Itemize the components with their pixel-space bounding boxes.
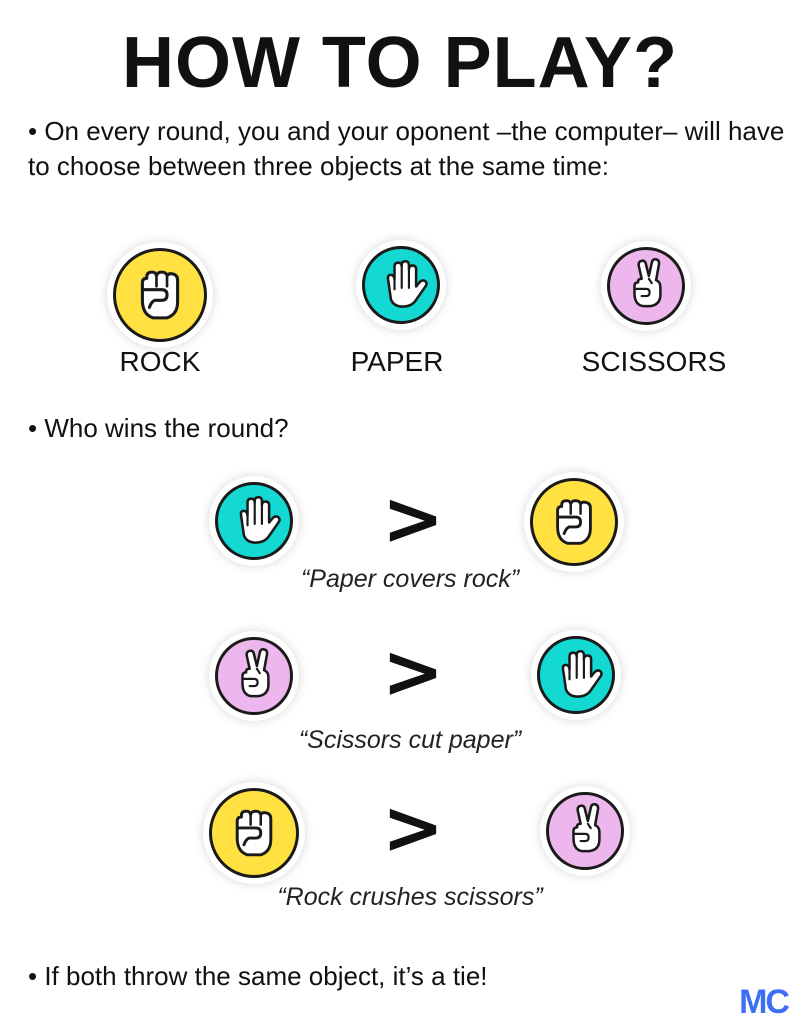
paper-hand-icon [215,482,293,560]
rock-label: ROCK [119,346,201,377]
beats-symbol: > [382,476,445,562]
beats-symbol: > [382,785,445,871]
rock-fist-icon [530,478,618,566]
tie-text: • If both throw the same object, it’s a … [28,961,488,991]
mc-logo: MC [739,983,790,1021]
scissors-hand-icon [607,247,685,325]
scissors-label: SCISSORS [581,346,727,377]
scissors-hand-icon [215,637,293,715]
rock-fist-icon [113,248,207,342]
scissors-hand-icon [546,792,624,870]
who-wins-text: • Who wins the round? [28,413,289,443]
paper-hand-icon [537,636,615,714]
rock-fist-icon [209,788,299,878]
beats-symbol: > [382,629,445,715]
paper-label: PAPER [350,346,444,377]
page-title: HOW TO PLAY? [121,23,679,103]
paper-hand-icon [362,246,440,324]
rule-caption: “Scissors cut paper” [298,726,522,754]
rule-caption: “Paper covers rock” [300,565,520,593]
intro-text: • On every round, you and your oponent –… [28,116,785,181]
rule-caption: “Rock crushes scissors” [277,883,543,911]
